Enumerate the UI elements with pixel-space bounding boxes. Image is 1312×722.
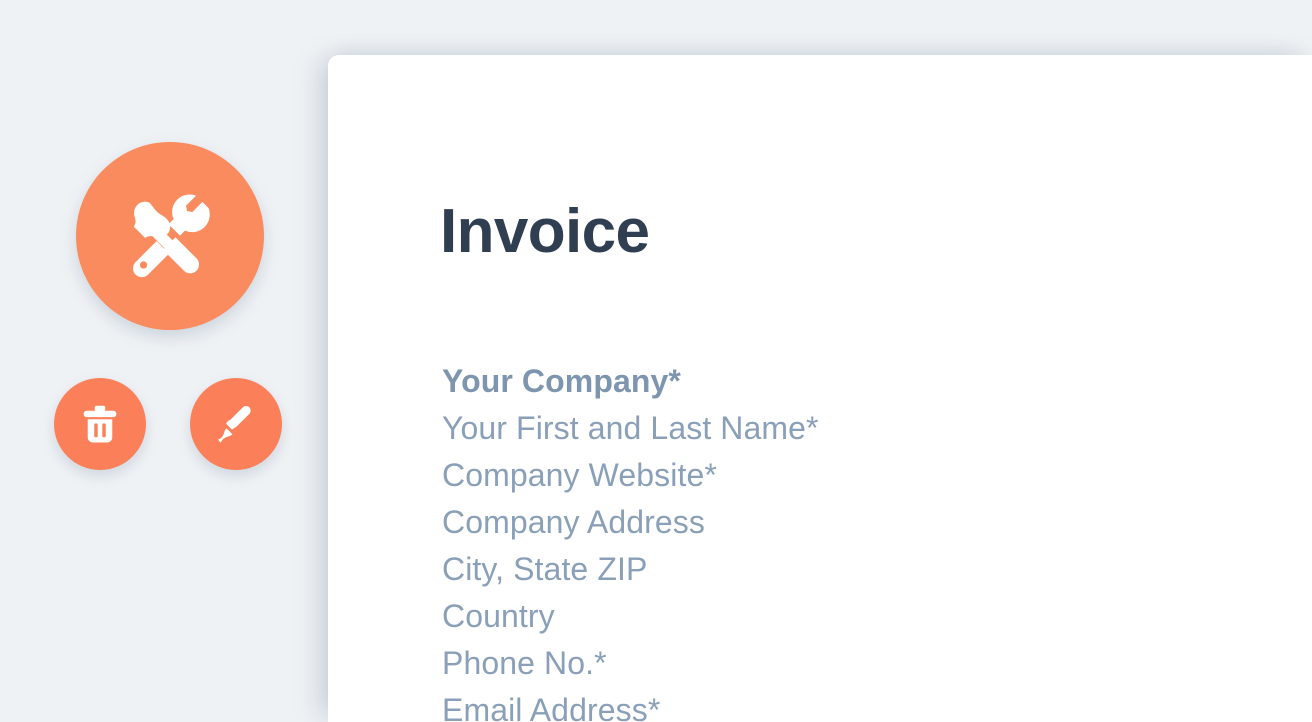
field-phone-number[interactable]: Phone No.* xyxy=(442,640,1202,687)
field-your-company[interactable]: Your Company* xyxy=(442,358,1202,405)
field-company-website[interactable]: Company Website* xyxy=(442,452,1202,499)
page-title: Invoice xyxy=(440,197,650,266)
delete-template-button[interactable] xyxy=(54,378,146,470)
trash-icon xyxy=(83,405,117,443)
invoice-document-card[interactable]: Invoice Your Company* Your First and Las… xyxy=(328,55,1312,722)
edit-style-button[interactable] xyxy=(190,378,282,470)
company-details-block[interactable]: Your Company* Your First and Last Name* … xyxy=(442,358,1202,722)
field-company-address[interactable]: Company Address xyxy=(442,499,1202,546)
field-country[interactable]: Country xyxy=(442,593,1202,640)
field-email-address[interactable]: Email Address* xyxy=(442,687,1202,722)
brush-icon xyxy=(218,405,251,443)
brush-and-wrench-glyph xyxy=(132,194,210,278)
invoice-template-editor: Invoice Your Company* Your First and Las… xyxy=(0,0,1312,722)
field-your-name[interactable]: Your First and Last Name* xyxy=(442,405,1202,452)
brush-and-wrench-icon[interactable] xyxy=(76,142,264,330)
field-city-state-zip[interactable]: City, State ZIP xyxy=(442,546,1202,593)
tool-rail xyxy=(0,0,328,722)
